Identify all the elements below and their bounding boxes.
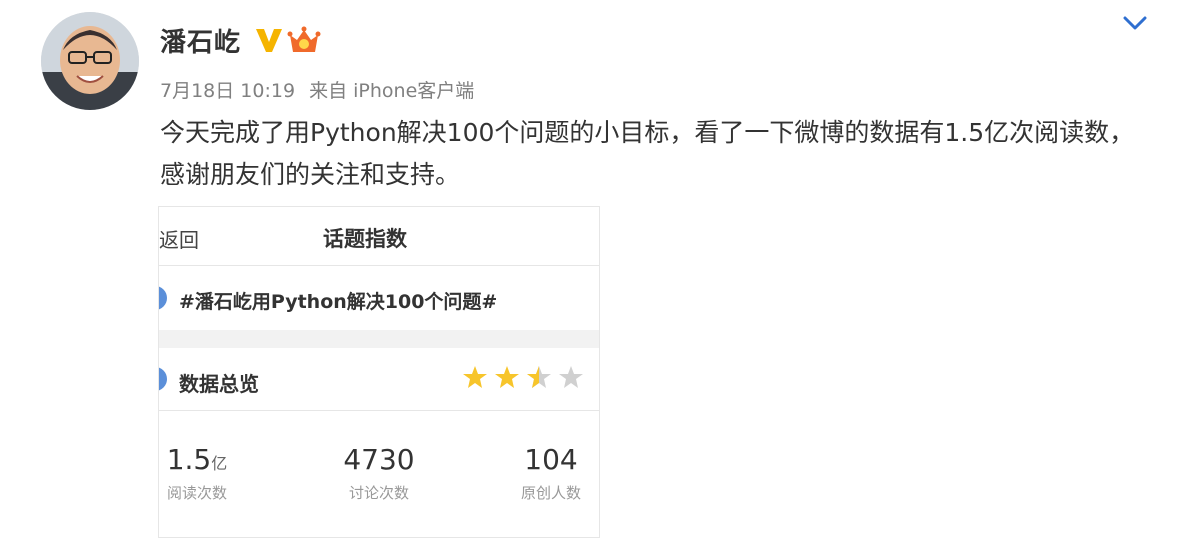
stat-value: 1.5亿 <box>166 443 228 476</box>
stat-originals: 104 原创人数 <box>481 443 599 503</box>
overview-row: 数据总览 <box>159 348 599 411</box>
author-name[interactable]: 潘石屹 <box>160 22 241 59</box>
post-text: 今天完成了用Python解决100个问题的小目标，看了一下微博的数据有1.5亿次… <box>160 118 1135 189</box>
topic-hashtag: #潘石屹用Python解决100个问题# <box>179 291 498 313</box>
back-button: 返回 <box>159 228 199 252</box>
stat-discussions: 4730 讨论次数 <box>309 443 449 503</box>
post-meta: 7月18日 10:19 来自 iPhone客户端 <box>160 76 482 103</box>
section-marker-icon <box>159 367 167 391</box>
overview-label: 数据总览 <box>179 372 259 396</box>
star-icon <box>495 366 519 388</box>
stat-value: 104 <box>524 443 578 476</box>
verified-v-icon <box>254 26 284 54</box>
stat-reads: 1.5亿 阅读次数 <box>159 443 267 503</box>
stat-value: 4730 <box>343 443 415 476</box>
embed-title: 话题指数 <box>323 227 407 251</box>
topic-row: #潘石屹用Python解决100个问题# <box>159 266 599 330</box>
embed-nav-bar: 返回 话题指数 <box>159 207 599 266</box>
star-empty-icon <box>559 366 583 388</box>
post-source: 来自 iPhone客户端 <box>309 80 475 102</box>
stat-label: 原创人数 <box>520 484 581 502</box>
post-image[interactable]: 返回 话题指数 #潘石屹用Python解决100个问题# 数据总览 1.5亿 阅… <box>158 206 600 538</box>
member-crown-icon[interactable] <box>287 26 321 56</box>
section-divider <box>159 330 599 348</box>
post-timestamp[interactable]: 7月18日 10:19 <box>160 80 295 102</box>
chevron-down-icon[interactable] <box>1120 12 1150 34</box>
star-half-icon <box>527 366 551 388</box>
avatar[interactable] <box>41 12 139 110</box>
section-marker-icon <box>159 286 167 310</box>
star-icon <box>463 366 487 388</box>
stat-label: 讨论次数 <box>348 484 409 502</box>
stat-label: 阅读次数 <box>166 484 227 502</box>
avatar-image <box>41 12 139 110</box>
rating-stars <box>463 366 583 388</box>
